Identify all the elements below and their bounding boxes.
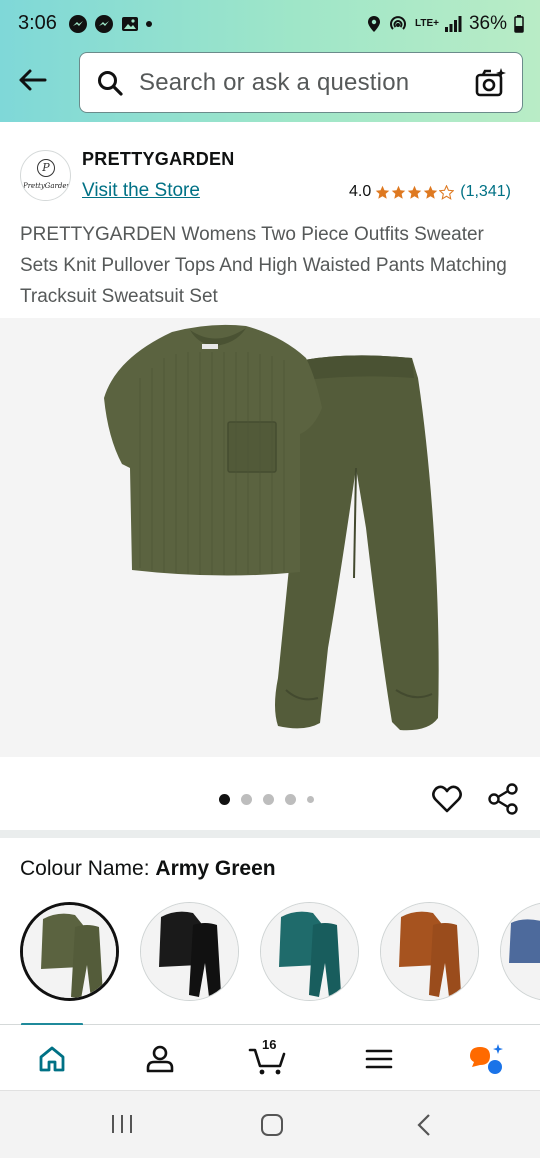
network-label: LTE+ — [414, 18, 439, 29]
search-icon — [98, 71, 123, 96]
back-system-button[interactable] — [416, 1113, 432, 1142]
logo-letter: P — [37, 159, 55, 177]
battery-percent: 36% — [468, 13, 507, 34]
colour-selected-value: Army Green — [155, 857, 276, 880]
brand-logo[interactable]: P PrettyGarden — [20, 150, 71, 201]
messenger-icon — [69, 15, 87, 33]
nav-menu[interactable] — [359, 1039, 399, 1079]
back-chevron-icon — [417, 1114, 430, 1136]
star-empty-icon — [439, 184, 455, 200]
heart-icon — [432, 785, 462, 813]
home-system-button[interactable] — [260, 1113, 284, 1142]
location-icon — [367, 16, 380, 32]
brand-name: PRETTYGARDEN — [82, 149, 235, 169]
product-photo — [104, 324, 439, 731]
swatch-brown[interactable] — [380, 902, 479, 1001]
status-bar: 3:06 LTE+ 36% — [0, 0, 540, 48]
nav-rufus[interactable] — [466, 1039, 506, 1079]
carousel-dot[interactable] — [307, 796, 314, 803]
colour-swatches — [20, 902, 540, 1002]
gallery-icon — [122, 17, 138, 31]
swatch-teal-image — [261, 903, 358, 1000]
notification-icons — [68, 12, 152, 36]
search-input[interactable]: Search or ask a question — [139, 69, 409, 97]
carousel-controls — [0, 757, 540, 832]
hotspot-icon — [390, 16, 406, 30]
battery-icon — [514, 15, 524, 33]
carousel-dot[interactable] — [285, 794, 296, 805]
search-bar[interactable]: Search or ask a question — [79, 52, 523, 113]
nav-home[interactable] — [32, 1039, 72, 1079]
swatch-teal[interactable] — [260, 902, 359, 1001]
carousel-dot[interactable] — [263, 794, 274, 805]
signal-icon — [444, 16, 462, 32]
star-full-icon — [408, 185, 422, 199]
cart-count: 16 — [262, 1037, 277, 1052]
camera-search-icon[interactable] — [474, 66, 508, 100]
star-full-icon — [392, 185, 406, 199]
back-arrow-icon — [19, 69, 47, 91]
carousel-dots[interactable] — [219, 794, 314, 805]
swatch-black-image — [141, 903, 238, 1000]
nav-cart[interactable]: 16 — [248, 1037, 288, 1079]
logo-text: PrettyGarden — [23, 182, 71, 190]
star-full-icon — [376, 185, 390, 199]
swatch-black[interactable] — [140, 902, 239, 1001]
share-icon — [488, 783, 518, 815]
swatch-brown-image — [381, 903, 478, 1000]
menu-icon — [365, 1049, 393, 1069]
swatch-blue-image — [501, 903, 540, 1000]
messenger-icon-2 — [95, 15, 113, 33]
product-title: PRETTYGARDEN Womens Two Piece Outfits Sw… — [20, 224, 507, 307]
bottom-nav: 16 — [0, 1025, 540, 1090]
colour-name-label: Colour Name: Army Green — [20, 857, 276, 881]
swatch-blue[interactable] — [500, 902, 540, 1001]
home-square-icon — [261, 1114, 283, 1136]
rating[interactable]: 4.0 (1,341) — [349, 183, 511, 201]
colour-label-prefix: Colour Name: — [20, 857, 150, 880]
status-time: 3:06 — [18, 12, 57, 34]
recent-apps-icon — [112, 1115, 132, 1133]
swatch-army-green-image — [23, 905, 116, 998]
app-header: 3:06 LTE+ 36% Search or ask a question — [0, 0, 540, 122]
swatch-army-green[interactable] — [20, 902, 119, 1001]
nav-account[interactable] — [140, 1039, 180, 1079]
rufus-assistant-icon — [470, 1044, 503, 1074]
share-button[interactable] — [487, 783, 519, 815]
recent-apps-button[interactable] — [110, 1113, 134, 1140]
rating-value: 4.0 — [349, 183, 372, 200]
product-image[interactable] — [0, 318, 540, 757]
star-full-icon — [424, 185, 438, 199]
home-icon — [39, 1046, 65, 1072]
carousel-dot-active[interactable] — [219, 794, 230, 805]
wishlist-button[interactable] — [431, 783, 463, 815]
back-button[interactable] — [14, 62, 50, 98]
status-right: LTE+ 36% — [367, 12, 524, 36]
rating-count: (1,341) — [460, 183, 511, 200]
carousel-dot[interactable] — [241, 794, 252, 805]
section-divider — [0, 830, 540, 838]
more-notifications-dot — [146, 21, 152, 27]
account-icon — [146, 1045, 174, 1073]
system-nav-bar — [0, 1090, 540, 1158]
visit-store-link[interactable]: Visit the Store — [82, 180, 200, 202]
rating-stars — [375, 184, 455, 200]
